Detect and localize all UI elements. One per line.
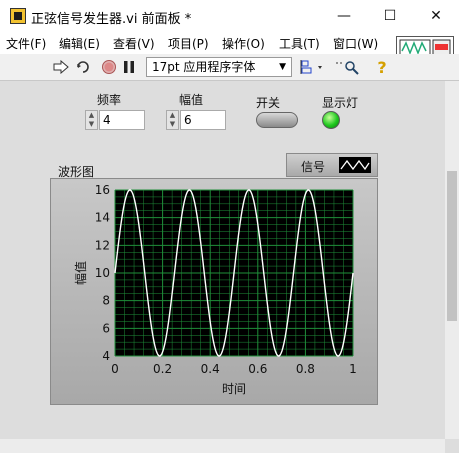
power-switch[interactable] [256,112,298,128]
vertical-scrollbar[interactable] [445,81,459,439]
vertical-scroll-thumb[interactable] [447,171,457,321]
indicator-led [322,111,340,129]
toolbar: 17pt 应用程序字体 ▼ ? [0,54,459,81]
menu-bar: 文件(F) 编辑(E) 查看(V) 项目(P) 操作(O) 工具(T) 窗口(W… [0,32,459,54]
amplitude-label: 幅值 [179,93,204,107]
minimize-button[interactable]: — [321,0,367,32]
amplitude-spinner[interactable]: ▲ ▼ [166,110,179,130]
frequency-input[interactable]: 4 [99,110,145,130]
menu-file[interactable]: 文件(F) [6,35,46,52]
horizontal-scrollbar[interactable] [0,439,445,453]
frequency-label: 频率 [97,93,122,107]
maximize-button[interactable]: ☐ [367,0,413,32]
amplitude-control[interactable]: ▲ ▼ 6 [166,110,226,130]
menu-operate[interactable]: 操作(O) [222,35,265,52]
amplitude-input[interactable]: 6 [180,110,226,130]
labview-app-icon [10,8,26,24]
plot-legend[interactable]: 信号 [286,153,378,177]
abort-icon[interactable] [100,58,118,76]
led-label: 显示灯 [322,96,359,110]
run-continuously-icon[interactable] [74,58,94,76]
pause-icon[interactable] [121,58,137,76]
distribute-objects-icon[interactable] [333,58,365,76]
menu-edit[interactable]: 编辑(E) [59,35,100,52]
help-icon[interactable]: ? [373,58,391,77]
menu-view[interactable]: 查看(V) [113,35,155,52]
frequency-spinner[interactable]: ▲ ▼ [85,110,98,130]
waveform-graph[interactable] [50,178,378,405]
align-objects-icon[interactable] [299,58,327,76]
menu-window[interactable]: 窗口(W) [333,35,378,52]
run-arrow-icon[interactable] [52,58,70,76]
menu-project[interactable]: 项目(P) [168,35,209,52]
frequency-control[interactable]: ▲ ▼ 4 [85,110,145,130]
switch-label: 开关 [256,96,281,110]
font-select-value: 17pt 应用程序字体 [152,60,256,74]
legend-series-name: 信号 [301,160,326,174]
chevron-down-icon: ▼ [279,62,286,72]
window-title: 正弦信号发生器.vi 前面板 * [31,12,192,27]
title-bar: 正弦信号发生器.vi 前面板 * — ☐ ✕ [0,0,459,32]
close-button[interactable]: ✕ [413,0,459,32]
legend-swatch [339,157,371,173]
font-select[interactable]: 17pt 应用程序字体 ▼ [146,57,292,77]
menu-tools[interactable]: 工具(T) [279,35,320,52]
